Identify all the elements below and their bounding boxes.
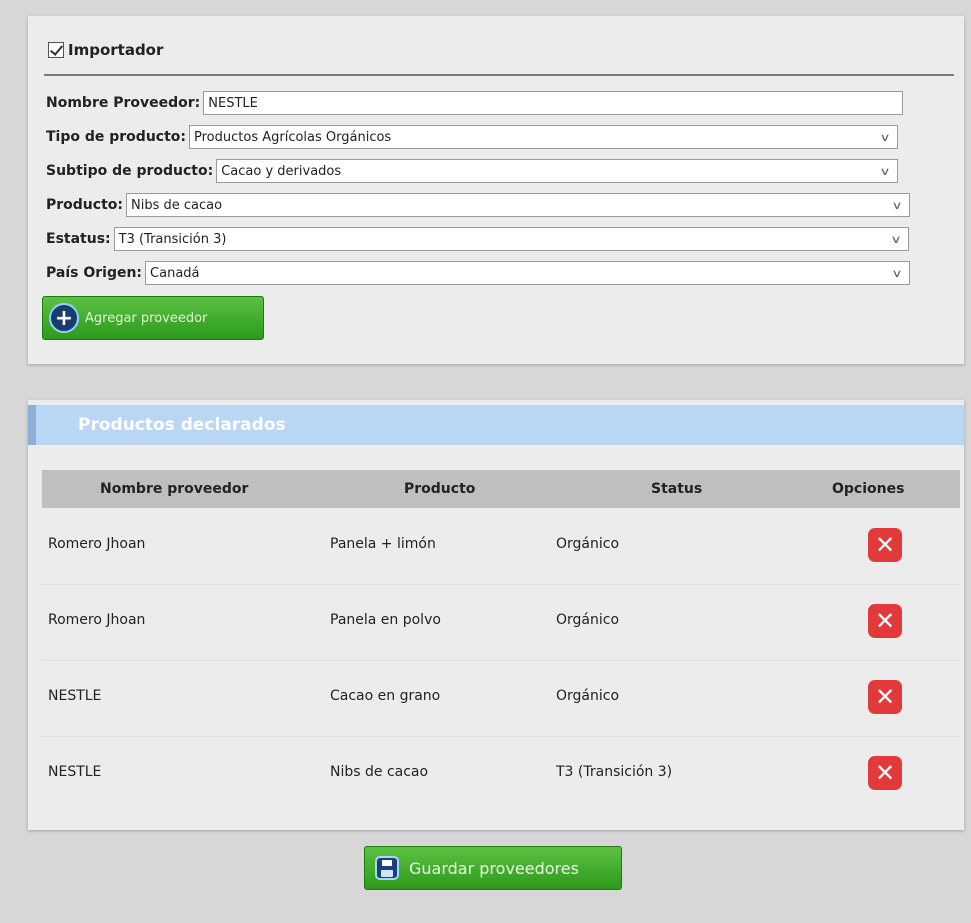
supplier-name-label: Nombre Proveedor: — [46, 95, 201, 111]
origin-country-select[interactable]: Canadá ∨ — [145, 261, 911, 285]
chevron-down-icon: ∨ — [879, 130, 891, 144]
section-header: Productos declarados — [28, 405, 964, 445]
save-suppliers-button[interactable]: Guardar proveedores — [364, 846, 622, 890]
declared-products-panel: Productos declarados Nombre proveedor Pr… — [28, 400, 964, 830]
cell-status: Orgánico — [556, 536, 620, 552]
supplier-name-row: Nombre Proveedor: NESTLE — [46, 90, 904, 116]
cell-supplier: NESTLE — [48, 688, 102, 704]
floppy-disk-icon — [375, 856, 399, 880]
cell-status: T3 (Transición 3) — [556, 764, 673, 780]
table-row: Romero Jhoan Panela en polvo Orgánico ✕ — [42, 584, 960, 661]
status-label: Estatus: — [46, 231, 111, 247]
table-row: Romero Jhoan Panela + limón Orgánico ✕ — [42, 508, 960, 585]
table-row: NESTLE Nibs de cacao T3 (Transición 3) ✕ — [42, 736, 960, 812]
product-type-row: Tipo de producto: Productos Agrícolas Or… — [46, 124, 898, 150]
chevron-down-icon: ∨ — [891, 266, 903, 280]
status-value: T3 (Transición 3) — [118, 231, 227, 247]
section-title: Productos declarados — [78, 415, 286, 435]
importer-label: Importador — [68, 41, 164, 59]
delete-icon[interactable]: ✕ — [868, 680, 902, 714]
add-supplier-label: Agregar proveedor — [85, 310, 208, 326]
importer-checkbox-row[interactable]: Importador — [48, 38, 163, 62]
product-subtype-select[interactable]: Cacao y derivados ∨ — [216, 159, 899, 183]
column-header-product: Producto — [404, 481, 476, 497]
chevron-down-icon: ∨ — [889, 232, 902, 246]
product-subtype-value: Cacao y derivados — [221, 163, 342, 179]
product-type-value: Productos Agrícolas Orgánicos — [194, 129, 392, 145]
table-row: NESTLE Cacao en grano Orgánico ✕ — [42, 660, 960, 737]
product-subtype-row: Subtipo de producto: Cacao y derivados ∨ — [46, 158, 899, 184]
cell-product: Cacao en grano — [330, 688, 441, 704]
product-row: Producto: Nibs de cacao ∨ — [46, 192, 910, 218]
cell-supplier: Romero Jhoan — [48, 612, 146, 628]
cell-product: Panela en polvo — [330, 612, 441, 628]
origin-country-row: País Origen: Canadá ∨ — [46, 260, 911, 286]
add-supplier-button[interactable]: + Agregar proveedor — [42, 296, 264, 340]
cell-status: Orgánico — [556, 612, 620, 628]
origin-country-label: País Origen: — [46, 265, 143, 281]
divider — [44, 74, 954, 76]
delete-icon[interactable]: ✕ — [868, 528, 902, 562]
plus-circle-icon: + — [49, 303, 79, 333]
chevron-down-icon: ∨ — [879, 164, 891, 178]
chevron-down-icon: ∨ — [891, 198, 903, 212]
product-type-label: Tipo de producto: — [46, 129, 186, 145]
status-select[interactable]: T3 (Transición 3) ∨ — [113, 227, 909, 251]
delete-icon[interactable]: ✕ — [868, 756, 902, 790]
cell-status: Orgánico — [556, 688, 620, 704]
status-row: Estatus: T3 (Transición 3) ∨ — [46, 226, 909, 252]
cell-product: Panela + limón — [330, 536, 436, 552]
supplier-name-input[interactable]: NESTLE — [203, 91, 904, 115]
product-select[interactable]: Nibs de cacao ∨ — [125, 193, 910, 217]
product-subtype-label: Subtipo de producto: — [46, 163, 214, 179]
cell-product: Nibs de cacao — [330, 764, 429, 780]
product-type-select[interactable]: Productos Agrícolas Orgánicos ∨ — [189, 125, 898, 149]
column-header-supplier: Nombre proveedor — [100, 481, 249, 497]
column-header-options: Opciones — [832, 481, 905, 497]
column-header-status: Status — [651, 481, 703, 497]
importer-panel: Importador Nombre Proveedor: NESTLE Tipo… — [28, 16, 964, 364]
origin-country-value: Canadá — [150, 265, 200, 281]
save-suppliers-label: Guardar proveedores — [409, 858, 579, 878]
importer-checkbox[interactable] — [48, 42, 64, 58]
product-label: Producto: — [46, 197, 123, 213]
cell-supplier: Romero Jhoan — [48, 536, 146, 552]
delete-icon[interactable]: ✕ — [868, 604, 902, 638]
table-header: Nombre proveedor Producto Status Opcione… — [42, 470, 960, 508]
product-value: Nibs de cacao — [130, 197, 223, 213]
cell-supplier: NESTLE — [48, 764, 102, 780]
